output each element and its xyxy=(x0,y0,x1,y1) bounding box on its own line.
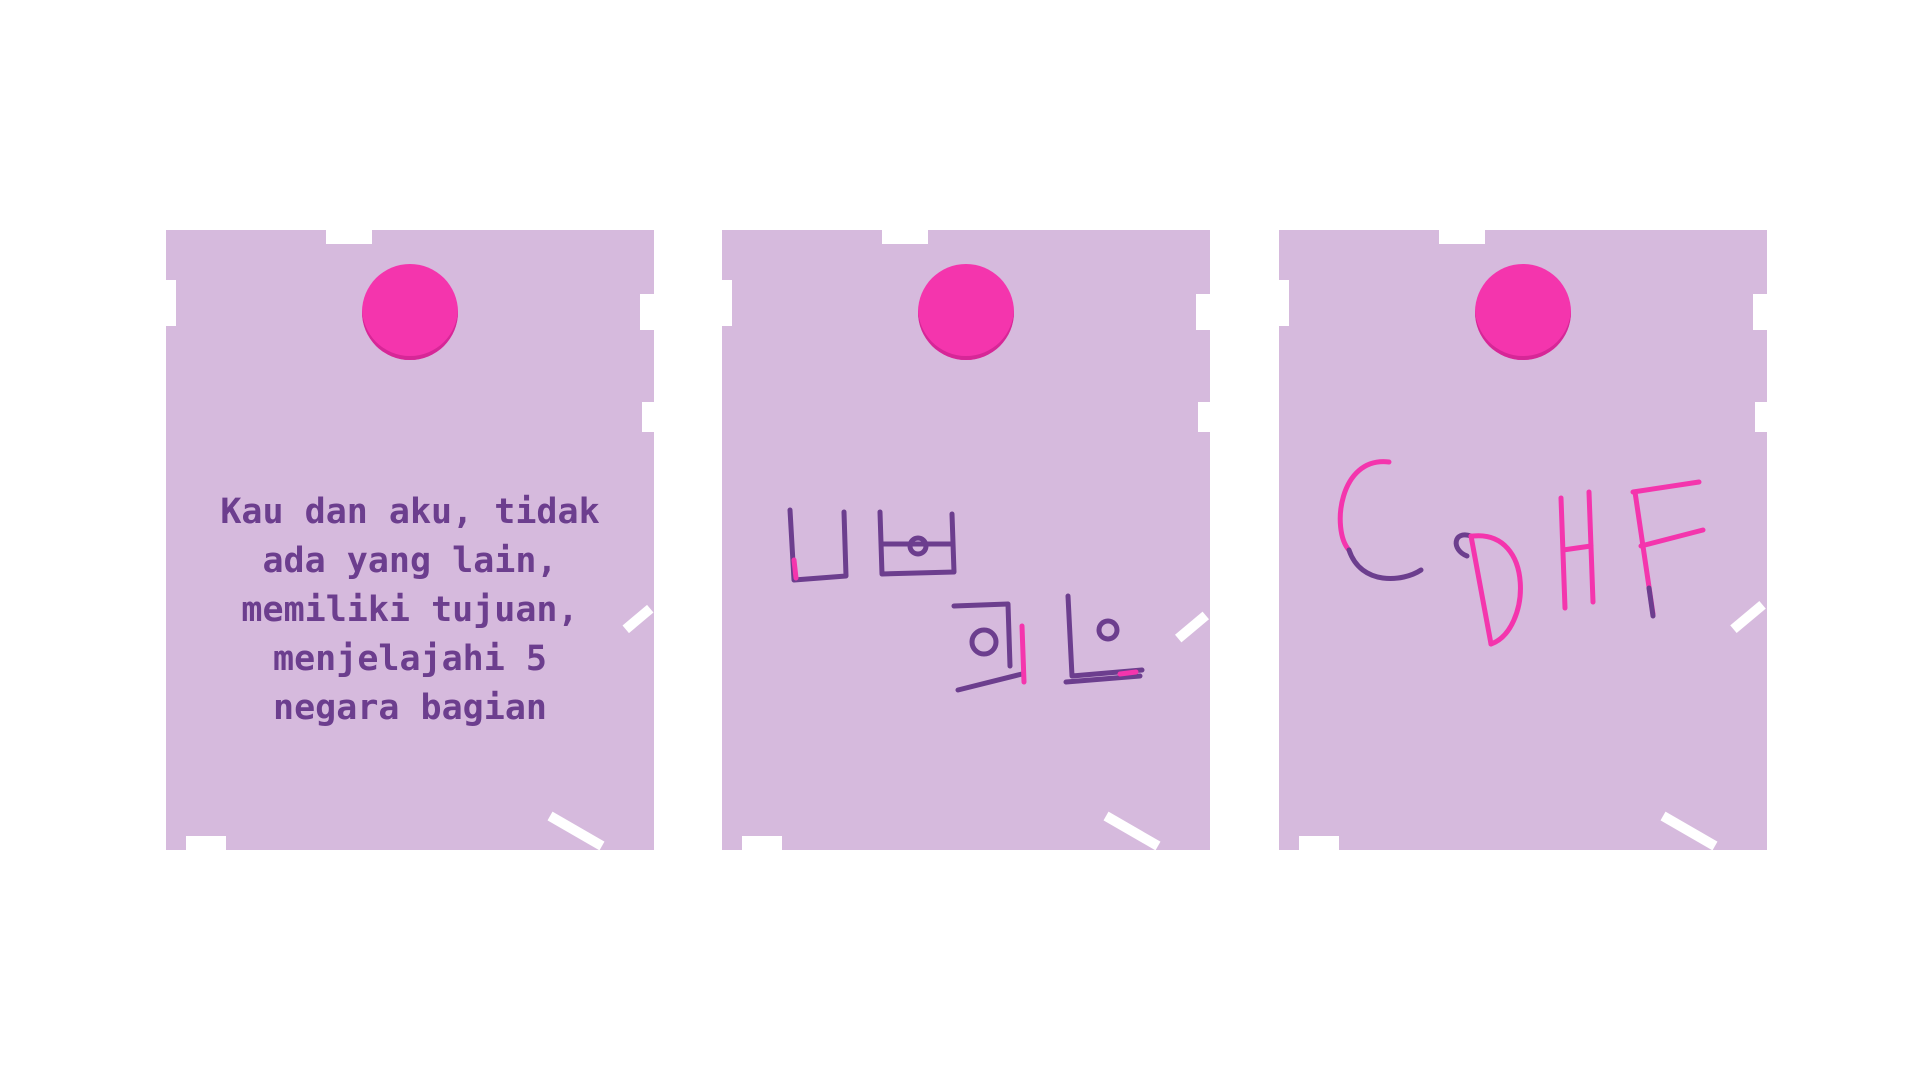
crayon-stroke xyxy=(1468,533,1494,647)
crayon-stroke xyxy=(787,507,849,583)
crayon-stroke xyxy=(1346,547,1424,581)
torn-edge xyxy=(166,280,176,326)
paper-note-hangul-drawing[interactable] xyxy=(722,230,1210,862)
crayon-stroke xyxy=(1117,669,1139,677)
torn-edge xyxy=(186,836,226,850)
crayon-stroke xyxy=(955,671,1025,693)
torn-edge xyxy=(547,811,605,851)
torn-edge xyxy=(640,294,654,330)
note-text: Kau dan aku, tidak ada yang lain, memili… xyxy=(220,492,600,728)
crayon-drawing xyxy=(787,507,1145,693)
crayon-stroke xyxy=(1453,532,1474,559)
crayon-stroke xyxy=(969,627,999,657)
crayon-stroke xyxy=(1560,543,1594,553)
torn-edge xyxy=(622,604,654,634)
torn-edge xyxy=(326,230,372,244)
crayon-stroke xyxy=(1096,618,1120,642)
crayon-stroke xyxy=(1558,495,1568,611)
torn-edge xyxy=(642,402,654,432)
crayon-stroke xyxy=(1019,623,1027,685)
crayon-stroke xyxy=(791,557,799,581)
crayon-stroke xyxy=(1630,479,1702,495)
crayon-stroke xyxy=(1337,459,1392,553)
crayon-stroke xyxy=(1646,585,1656,619)
paper-note-letters-drawing[interactable] xyxy=(1279,230,1767,862)
crayon-stroke xyxy=(1638,527,1706,549)
game-stage: Kau dan aku, tidak ada yang lain, memili… xyxy=(0,0,1920,1080)
pushpin xyxy=(362,264,458,360)
paper-note-text[interactable]: Kau dan aku, tidak ada yang lain, memili… xyxy=(166,230,654,862)
crayon-letters-CDHF xyxy=(1337,459,1706,647)
crayon-stroke xyxy=(951,601,1013,669)
torn-edge xyxy=(166,850,654,862)
